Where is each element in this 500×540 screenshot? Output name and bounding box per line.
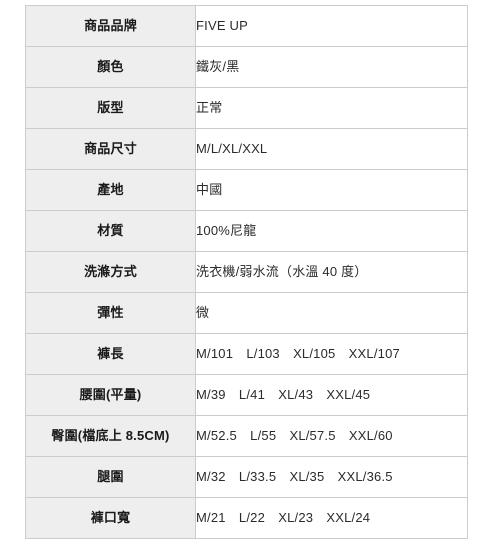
- spec-value-text: M/52.5 L/55 XL/57.5 XXL/60: [196, 428, 393, 444]
- spec-label-text: 彈性: [97, 305, 124, 321]
- spec-value-text: M/32 L/33.5 XL/35 XXL/36.5: [196, 469, 393, 485]
- spec-label-text: 褲口寬: [90, 510, 131, 526]
- spec-value-cell: 洗衣機/弱水流（水溫 40 度）: [195, 251, 468, 293]
- table-row: 材質 100%尼龍: [25, 210, 468, 252]
- spec-label-text: 臀圍(檔底上 8.5CM): [51, 428, 170, 444]
- spec-value-text: M/L/XL/XXL: [196, 141, 268, 157]
- spec-value-text: M/39 L/41 XL/43 XXL/45: [196, 387, 371, 403]
- spec-label-text: 版型: [97, 100, 124, 116]
- spec-label-cell: 臀圍(檔底上 8.5CM): [25, 415, 196, 457]
- spec-label-text: 褲長: [97, 346, 124, 362]
- spec-value-cell: 微: [195, 292, 468, 334]
- spec-value-text: FIVE UP: [196, 18, 248, 34]
- spec-value-cell: 正常: [195, 87, 468, 129]
- table-row: 褲長 M/101 L/103 XL/105 XXL/107: [25, 333, 468, 375]
- table-row: 商品尺寸 M/L/XL/XXL: [25, 128, 468, 170]
- spec-label-cell: 腿圍: [25, 456, 196, 498]
- spec-label-cell: 材質: [25, 210, 196, 252]
- spec-label-text: 洗滌方式: [84, 264, 137, 280]
- spec-label-cell: 褲口寬: [25, 497, 196, 539]
- spec-value-cell: M/L/XL/XXL: [195, 128, 468, 170]
- product-spec-table: 商品品牌 FIVE UP 顏色 鐵灰/黑版型 正常商品尺寸 M/L/XL/XXL 產地 中國材…: [25, 5, 468, 539]
- table-row: 洗滌方式 洗衣機/弱水流（水溫 40 度）: [25, 251, 468, 293]
- spec-value-cell: 100%尼龍: [195, 210, 468, 252]
- spec-label-cell: 腰圍(平量): [25, 374, 196, 416]
- spec-value-cell: M/52.5 L/55 XL/57.5 XXL/60: [195, 415, 468, 457]
- spec-value-cell: M/39 L/41 XL/43 XXL/45: [195, 374, 468, 416]
- spec-value-cell: M/101 L/103 XL/105 XXL/107: [195, 333, 468, 375]
- spec-value-text: 鐵灰/黑: [196, 59, 240, 75]
- spec-label-text: 商品尺寸: [84, 141, 137, 157]
- table-row: 臀圍(檔底上 8.5CM) M/52.5 L/55 XL/57.5 XXL/60: [25, 415, 468, 457]
- spec-label-cell: 洗滌方式: [25, 251, 196, 293]
- spec-label-cell: 版型: [25, 87, 196, 129]
- table-row: 褲口寬 M/21 L/22 XL/23 XXL/24: [25, 497, 468, 539]
- spec-value-text: 正常: [196, 100, 223, 116]
- spec-value-cell: FIVE UP: [195, 5, 468, 47]
- table-row: 腰圍(平量) M/39 L/41 XL/43 XXL/45: [25, 374, 468, 416]
- spec-label-text: 顏色: [97, 59, 124, 75]
- spec-value-cell: 鐵灰/黑: [195, 46, 468, 88]
- spec-label-text: 腰圍(平量): [79, 387, 142, 403]
- spec-label-cell: 彈性: [25, 292, 196, 334]
- spec-label-text: 產地: [97, 182, 124, 198]
- spec-value-text: 中國: [196, 182, 223, 198]
- table-row: 彈性 微: [25, 292, 468, 334]
- spec-value-text: M/101 L/103 XL/105 XXL/107: [196, 346, 400, 362]
- spec-label-text: 商品品牌: [84, 18, 137, 34]
- spec-value-cell: 中國: [195, 169, 468, 211]
- table-row: 顏色 鐵灰/黑: [25, 46, 468, 88]
- spec-label-cell: 商品尺寸: [25, 128, 196, 170]
- table-row: 商品品牌 FIVE UP: [25, 5, 468, 47]
- spec-label-text: 腿圍: [97, 469, 124, 485]
- spec-value-text: 100%尼龍: [196, 223, 257, 239]
- spec-value-text: 微: [196, 305, 210, 321]
- table-row: 產地 中國: [25, 169, 468, 211]
- spec-label-cell: 商品品牌: [25, 5, 196, 47]
- product-spec-table-wrapper: 商品品牌 FIVE UP 顏色 鐵灰/黑版型 正常商品尺寸 M/L/XL/XXL 產地 中國材…: [25, 5, 468, 539]
- spec-value-text: M/21 L/22 XL/23 XXL/24: [196, 510, 371, 526]
- spec-label-text: 材質: [97, 223, 124, 239]
- spec-value-cell: M/32 L/33.5 XL/35 XXL/36.5: [195, 456, 468, 498]
- table-row: 腿圍 M/32 L/33.5 XL/35 XXL/36.5: [25, 456, 468, 498]
- spec-label-cell: 褲長: [25, 333, 196, 375]
- spec-label-cell: 顏色: [25, 46, 196, 88]
- spec-value-text: 洗衣機/弱水流（水溫 40 度）: [196, 264, 368, 280]
- product-spec-table-body: 商品品牌 FIVE UP 顏色 鐵灰/黑版型 正常商品尺寸 M/L/XL/XXL 產地 中國材…: [25, 5, 468, 539]
- spec-label-cell: 產地: [25, 169, 196, 211]
- spec-value-cell: M/21 L/22 XL/23 XXL/24: [195, 497, 468, 539]
- table-row: 版型 正常: [25, 87, 468, 129]
